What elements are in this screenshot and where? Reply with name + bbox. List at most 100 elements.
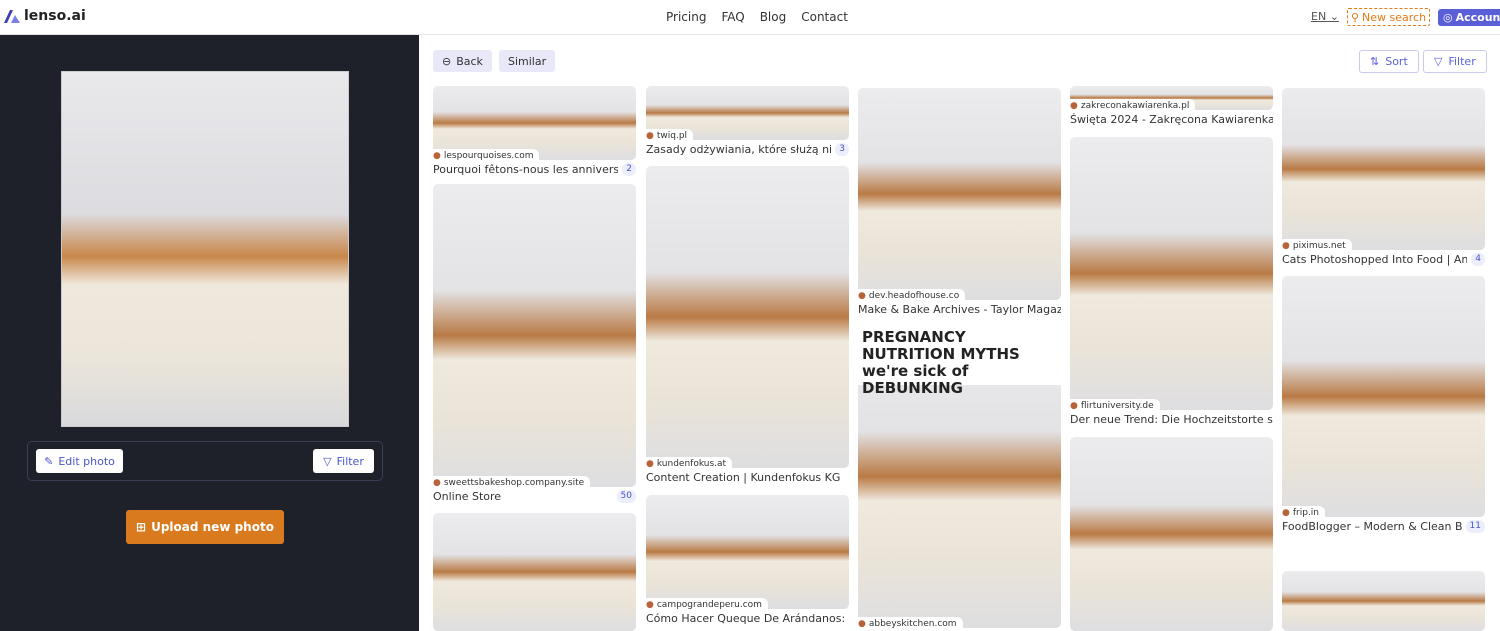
result-card[interactable]: ● lespourquoises.com Pourquoi fêtons-nous … [433, 86, 636, 176]
result-title-row[interactable]: Zasady odżywiania, które służą nie tylk.… [646, 143, 849, 156]
domain-label: kundenfokus.at [656, 459, 727, 469]
results-grid: ● lespourquoises.com Pourquoi fêtons-nous … [419, 86, 1500, 631]
result-title: Cómo Hacer Queque De Arándanos: Rece... [646, 612, 849, 625]
result-domain[interactable]: ● piximus.net [1282, 239, 1352, 252]
result-image[interactable]: ● piximus.net [1282, 88, 1485, 252]
result-image[interactable]: ● sweettsbakeshop.company.site [433, 184, 636, 489]
result-card[interactable]: ● flirtuniversity.de Der neue Trend: Die H… [1070, 137, 1273, 426]
language-select[interactable]: EN ⌄ [1311, 10, 1339, 23]
result-title-row[interactable]: Der neue Trend: Die Hochzeitstorte selbe… [1070, 413, 1273, 426]
domain-label: piximus.net [1292, 241, 1346, 251]
back-button[interactable]: ⊖ Back [433, 50, 492, 72]
result-domain[interactable]: ● flirtuniversity.de [1070, 399, 1160, 412]
result-domain[interactable]: ● zakreconakawiarenka.pl [1070, 99, 1196, 112]
favicon-icon: ● [1070, 101, 1078, 111]
favicon-icon: ● [1070, 401, 1078, 411]
back-label: Back [456, 54, 483, 68]
account-label: Account [1455, 11, 1500, 24]
result-title-row[interactable]: Pourquoi fêtons-nous les anniversaire...… [433, 163, 636, 176]
result-image[interactable]: ● dev.headofhouse.co [858, 88, 1061, 302]
result-domain[interactable]: ● lespourquoises.com [433, 149, 540, 162]
result-domain[interactable]: ● campograndeperu.com [646, 598, 768, 611]
result-title: Zasady odżywiania, które służą nie tylk.… [646, 143, 832, 156]
result-title-row[interactable]: Cómo Hacer Queque De Arándanos: Rece... [646, 612, 849, 625]
sort-button[interactable]: ⇅ Sort [1359, 50, 1419, 73]
match-count-badge: 11 [1465, 520, 1485, 533]
filter-button[interactable]: ▽ Filter [1423, 50, 1487, 73]
favicon-icon: ● [858, 291, 866, 301]
back-circle-icon: ⊖ [442, 54, 452, 68]
result-image[interactable]: ● frip.in [1282, 276, 1485, 519]
result-title-row[interactable]: Święta 2024 - Zakręcona Kawiarenka - Naj… [1070, 113, 1273, 126]
result-title-row[interactable]: FoodBlogger – Modern & Clean Blog ...11 [1282, 520, 1485, 533]
domain-label: sweettsbakeshop.company.site [443, 478, 585, 488]
result-card[interactable]: ● dev.headofhouse.co Make & Bake Archives … [858, 88, 1061, 316]
filter-icon: ▽ [323, 454, 332, 468]
favicon-icon: ● [646, 131, 654, 141]
top-header: lenso.ai Pricing FAQ Blog Contact EN ⌄ ⚲… [0, 0, 1500, 35]
upload-label: Upload new photo [151, 520, 274, 534]
nav-contact[interactable]: Contact [801, 10, 848, 24]
result-image[interactable] [433, 513, 636, 631]
filter-label: Filter [1448, 55, 1476, 68]
result-image[interactable]: ● campograndeperu.com [646, 495, 849, 611]
image-overlay-text: PREGNANCY NUTRITION MYTHS we're sick of … [858, 325, 1061, 397]
result-card[interactable]: PREGNANCY NUTRITION MYTHS we're sick of … [858, 325, 1061, 630]
nav-blog[interactable]: Blog [760, 10, 787, 24]
result-title-row[interactable]: Make & Bake Archives - Taylor Magazine [858, 303, 1061, 316]
filter-label: Filter [336, 454, 364, 468]
match-count-badge: 3 [835, 143, 849, 156]
result-card[interactable]: ● kundenfokus.at Content Creation | Kunden… [646, 166, 849, 484]
result-image[interactable]: ● lespourquoises.com [433, 86, 636, 162]
result-title-row[interactable]: Online Store 50 [433, 490, 636, 503]
domain-label: campograndeperu.com [656, 600, 762, 610]
result-title-row[interactable]: Content Creation | Kundenfokus KG [646, 471, 849, 484]
result-card[interactable]: ● sweettsbakeshop.company.site Online Stor… [433, 184, 636, 503]
result-card[interactable]: ● campograndeperu.com Cómo Hacer Queque De… [646, 495, 849, 625]
account-button[interactable]: ◎Account [1438, 9, 1500, 26]
result-card[interactable]: ● zakreconakawiarenka.pl Święta 2024 - Zak… [1070, 86, 1273, 126]
result-domain[interactable]: ● kundenfokus.at [646, 457, 733, 470]
query-image [61, 71, 349, 427]
result-title: Online Store [433, 490, 502, 503]
new-search-button[interactable]: ⚲ New search [1347, 8, 1430, 26]
domain-label: frip.in [1292, 508, 1320, 518]
user-icon: ◎ [1443, 11, 1453, 24]
domain-label: lespourquoises.com [443, 151, 534, 161]
result-card[interactable] [1070, 437, 1273, 631]
result-domain[interactable]: ● abbeyskitchen.com [858, 617, 963, 630]
result-image[interactable]: PREGNANCY NUTRITION MYTHS we're sick of … [858, 325, 1061, 630]
result-image[interactable]: ● flirtuniversity.de [1070, 137, 1273, 412]
match-count-badge: 50 [616, 490, 636, 503]
result-card[interactable] [1282, 571, 1485, 631]
domain-label: flirtuniversity.de [1080, 401, 1154, 411]
filter-photo-button[interactable]: ▽ Filter [313, 449, 374, 473]
result-domain[interactable]: ● twiq.pl [646, 129, 694, 142]
result-card[interactable] [433, 513, 636, 631]
result-domain[interactable]: ● sweettsbakeshop.company.site [433, 476, 591, 489]
result-card[interactable]: ●frip.inFoodBlogger – Modern & Clean Blo… [1282, 276, 1485, 533]
result-domain[interactable]: ● dev.headofhouse.co [858, 289, 966, 302]
language-value: EN [1311, 10, 1327, 23]
result-domain[interactable]: ● frip.in [1282, 506, 1326, 519]
result-image[interactable]: ● twiq.pl [646, 86, 849, 142]
nav-pricing[interactable]: Pricing [666, 10, 706, 24]
main-nav: Pricing FAQ Blog Contact [666, 10, 848, 24]
result-title: FoodBlogger – Modern & Clean Blog ... [1282, 520, 1462, 533]
result-title: Cats Photoshopped Into Food | Animals [1282, 253, 1468, 266]
result-title-row[interactable]: Cats Photoshopped Into Food | Animals4 [1282, 253, 1485, 266]
result-image[interactable]: ● kundenfokus.at [646, 166, 849, 470]
result-card[interactable]: ● twiq.pl Zasady odżywiania, które służą n… [646, 86, 849, 156]
favicon-icon: ● [646, 600, 654, 610]
result-card[interactable]: ● piximus.net Cats Photoshopped Into Food … [1282, 88, 1485, 266]
similar-tab[interactable]: Similar [499, 50, 556, 72]
upload-new-photo-button[interactable]: ⊞ Upload new photo [126, 510, 284, 544]
result-title: Święta 2024 - Zakręcona Kawiarenka - Naj… [1070, 113, 1273, 126]
edit-photo-button[interactable]: ✎ Edit photo [36, 449, 123, 473]
logo[interactable]: lenso.ai [4, 8, 86, 24]
nav-faq[interactable]: FAQ [721, 10, 744, 24]
result-image[interactable] [1070, 437, 1273, 631]
result-image[interactable] [1282, 571, 1485, 631]
favicon-icon: ● [858, 619, 866, 629]
result-image[interactable]: ● zakreconakawiarenka.pl [1070, 86, 1273, 112]
